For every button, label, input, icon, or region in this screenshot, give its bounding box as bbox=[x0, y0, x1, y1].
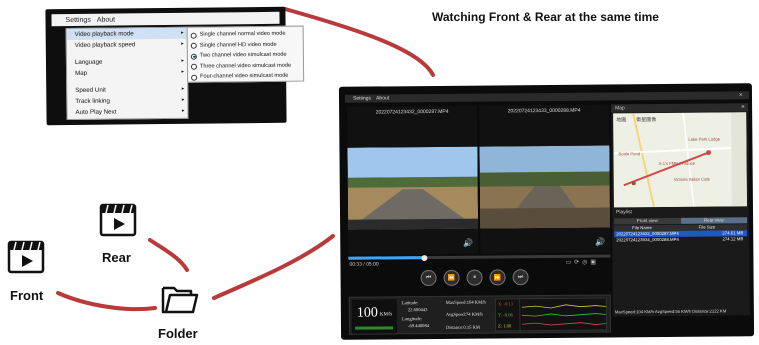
map-place-label: A-1's FMR Produce bbox=[658, 160, 696, 167]
playlist-label: Playlist bbox=[615, 209, 632, 216]
rear-video-panel[interactable]: 20220724123433_0000288.MP4 🔊 bbox=[479, 104, 611, 254]
radio-checked-icon bbox=[190, 53, 197, 60]
chevron-right-icon: ▸ bbox=[181, 107, 185, 114]
tab-map[interactable]: 地圖 bbox=[616, 116, 626, 123]
longitude-label: Longitude: bbox=[401, 316, 423, 322]
menu-item-map[interactable]: Map ▸ bbox=[67, 67, 187, 79]
connector-menu-to-player bbox=[283, 7, 435, 77]
telemetry-dashboard: 100 KM/h Latitude: 22.600443 Longitude: … bbox=[348, 294, 612, 335]
speed-value: 100 bbox=[356, 305, 378, 321]
g-sensor-graph: X: -0.13 Y: -0.06 Z: 1.00 bbox=[494, 297, 608, 333]
speaker-icon[interactable]: 🔊 bbox=[463, 239, 473, 248]
close-icon[interactable]: ✕ bbox=[741, 103, 745, 111]
speed-unit: KM/h bbox=[379, 312, 392, 318]
settings-dropdown: Video playback mode ▸ Video playback spee… bbox=[65, 26, 189, 121]
distance: Distance:0.15 KM bbox=[445, 324, 480, 330]
menu-about[interactable]: About bbox=[97, 16, 115, 23]
chevron-right-icon: ▸ bbox=[181, 40, 184, 47]
radio-icon bbox=[190, 63, 198, 70]
g-x-value: X: -0.13 bbox=[497, 301, 514, 307]
connector-folder-to-player bbox=[212, 234, 335, 300]
chevron-right-icon: ▸ bbox=[181, 29, 184, 36]
tab-satellite[interactable]: 衛星圖像 bbox=[636, 116, 656, 123]
progress-handle[interactable] bbox=[421, 254, 428, 261]
menu-item-auto-play-next[interactable]: Auto Play Next ▸ bbox=[67, 106, 187, 118]
longitude-value: -69.440084 bbox=[407, 323, 430, 329]
map-place-label: Victoria Italian Cafe bbox=[673, 176, 710, 182]
previous-button[interactable]: ⏮ bbox=[420, 269, 437, 287]
radio-icon bbox=[190, 42, 197, 49]
front-video-filename: 20220724123432_0000287.MP4 bbox=[375, 108, 449, 116]
fullscreen-icon[interactable]: ▣ bbox=[590, 259, 596, 266]
playback-controls: ⏮ ⏪ ⏸ ⏩ ⏭ bbox=[420, 269, 529, 287]
player-menu-bar: Settings About ✕ bbox=[344, 91, 750, 103]
connector-rear-to-folder bbox=[148, 238, 189, 272]
player-menu-settings[interactable]: Settings bbox=[353, 96, 371, 102]
speedometer: 100 KM/h bbox=[351, 299, 398, 334]
player-window: Settings About ✕ 20220724123432_0000287.… bbox=[338, 83, 755, 340]
tab-rear-view[interactable]: Rear view bbox=[680, 217, 748, 224]
playlist-tabs: Front view Rear view bbox=[614, 217, 748, 225]
connector-front-to-folder bbox=[56, 291, 157, 312]
next-button[interactable]: ⏭ bbox=[512, 269, 529, 286]
speaker-icon[interactable]: 🔊 bbox=[595, 237, 605, 246]
folder-icon bbox=[161, 286, 199, 314]
caption: Watching Front & Rear at the same time bbox=[432, 10, 659, 24]
chevron-right-icon: ▸ bbox=[181, 85, 185, 92]
front-video-panel[interactable]: 20220724123432_0000287.MP4 🔊 bbox=[347, 105, 479, 255]
chevron-right-icon: ▸ bbox=[181, 68, 185, 75]
fast-forward-button[interactable]: ⏩ bbox=[489, 269, 506, 286]
playlist-row[interactable]: 20220724123934_0000288.MP4 274.12 MB bbox=[614, 236, 747, 243]
map-header: Map ✕ bbox=[611, 103, 749, 113]
time-readout: 00:33 / 05:00 bbox=[349, 261, 379, 268]
map-place-label: Lake Park Lodge bbox=[688, 136, 721, 142]
rear-video-filename: 20220724123433_0000288.MP4 bbox=[507, 107, 581, 115]
rotate-icon[interactable]: ⟳ bbox=[574, 259, 579, 266]
avg-speed: AvgSpeed:74 KM/h bbox=[445, 311, 483, 317]
playback-mode-submenu: Single channel normal video mode Single … bbox=[186, 25, 305, 83]
menu-item-video-playback-speed[interactable]: Video playback speed ▸ bbox=[67, 39, 187, 51]
front-label: Front bbox=[10, 288, 44, 303]
g-y-value: Y: -0.06 bbox=[497, 312, 513, 318]
chevron-right-icon: ▸ bbox=[181, 57, 184, 64]
map-panel: Map ✕ 地圖 衛星圖像 Lake Park Lodge Bottle Pon… bbox=[611, 103, 750, 317]
progress-fill bbox=[348, 256, 425, 260]
tab-front-view[interactable]: Front view bbox=[614, 217, 681, 225]
video-file-icon bbox=[7, 240, 45, 274]
folder-label: Folder bbox=[158, 326, 198, 341]
latitude-value: 22.600443 bbox=[407, 307, 428, 313]
menu-settings[interactable]: Settings bbox=[65, 16, 90, 23]
settings-menu-window: Settings About Video playback mode ▸ Vide… bbox=[45, 6, 305, 126]
chevron-right-icon: ▸ bbox=[181, 96, 185, 103]
front-camera-frame bbox=[347, 146, 479, 230]
map-type-tabs: 地圖 衛星圖像 bbox=[616, 116, 656, 123]
rewind-button[interactable]: ⏪ bbox=[443, 269, 460, 286]
menu-bar: Settings About bbox=[51, 11, 280, 27]
trip-status: MaxSpeed:104 KM/h AvgSpeed:55 KM/h Dista… bbox=[614, 308, 727, 315]
close-icon[interactable]: ✕ bbox=[739, 92, 743, 98]
submenu-four-channel[interactable]: Four-channel video simulcast mode bbox=[188, 71, 303, 83]
radio-icon bbox=[190, 32, 197, 39]
speed-bar bbox=[354, 326, 394, 330]
radio-icon bbox=[191, 74, 198, 81]
max-speed: MaxSpeed:104 KM/h bbox=[445, 299, 486, 305]
rear-label: Rear bbox=[102, 250, 131, 265]
zoom-icon[interactable]: ◎ bbox=[582, 259, 587, 266]
video-file-icon bbox=[99, 203, 137, 237]
map-place-label: Bottle Pond bbox=[618, 151, 641, 157]
screenshot-icon[interactable]: ▭ bbox=[565, 259, 571, 266]
pause-button[interactable]: ⏸ bbox=[466, 269, 483, 286]
g-z-value: Z: 1.00 bbox=[497, 323, 512, 329]
rear-camera-frame bbox=[479, 145, 611, 229]
player-menu-about[interactable]: About bbox=[376, 95, 389, 101]
video-tools: ▭ ⟳ ◎ ▣ bbox=[565, 259, 596, 266]
map-view[interactable]: 地圖 衛星圖像 Lake Park Lodge Bottle Pond A-1'… bbox=[613, 112, 747, 208]
latitude-label: Latitude: bbox=[401, 300, 419, 306]
